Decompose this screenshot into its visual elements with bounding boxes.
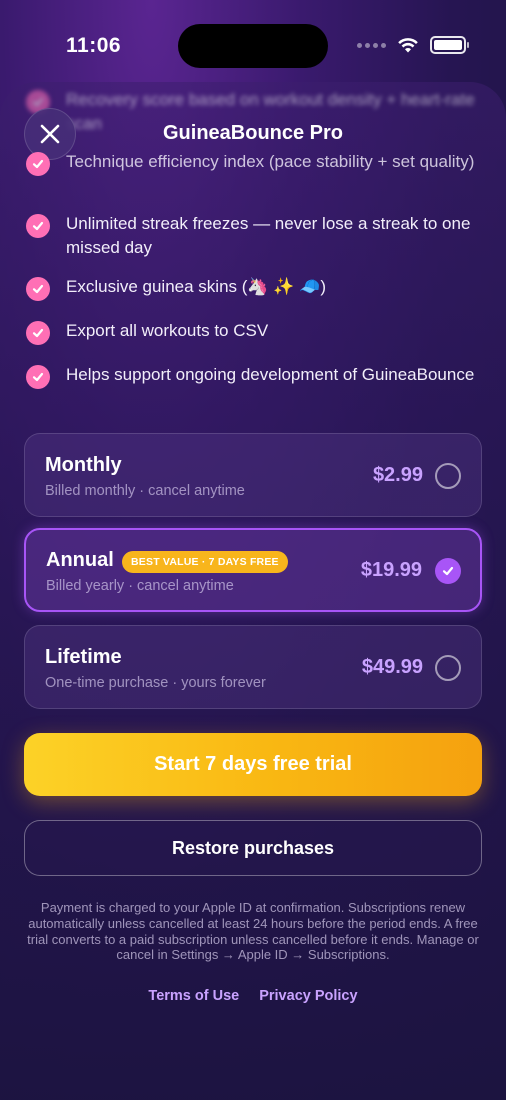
plan-price: $19.99 bbox=[360, 559, 422, 581]
plan-subtitle: Billed yearly · cancel anytime bbox=[46, 578, 234, 594]
start-trial-button[interactable]: Start 7 days free trial bbox=[24, 733, 482, 796]
plan-name: Annual bbox=[46, 549, 114, 571]
restore-purchases-button[interactable]: Restore purchases bbox=[24, 820, 482, 876]
checkmark-icon bbox=[26, 277, 50, 301]
status-indicators bbox=[357, 36, 469, 54]
legal-text: Payment is charged to your Apple ID at c… bbox=[27, 900, 479, 963]
status-time: 11:06 bbox=[66, 34, 122, 57]
feature-text: Unlimited streak freezes — never lose a … bbox=[66, 214, 471, 257]
plan-option-annual[interactable]: Annual BEST VALUE · 7 DAYS FREE Billed y… bbox=[24, 528, 482, 612]
feature-item: Export all workouts to CSV bbox=[26, 319, 476, 345]
plan-subtitle: Billed monthly · cancel anytime bbox=[45, 483, 245, 499]
feature-item: Unlimited streak freezes — never lose a … bbox=[26, 212, 476, 260]
legal-links: Terms of Use Privacy Policy bbox=[0, 988, 506, 1004]
checkmark-icon bbox=[26, 321, 50, 345]
radio-button-selected[interactable] bbox=[435, 558, 461, 584]
status-bar: 11:06 bbox=[0, 0, 506, 92]
terms-link[interactable]: Terms of Use bbox=[148, 988, 239, 1004]
page-title: GuineaBounce Pro bbox=[162, 122, 344, 144]
plan-name: Monthly bbox=[45, 454, 122, 476]
plan-option-monthly[interactable]: Monthly Billed monthly · cancel anytime … bbox=[24, 433, 482, 517]
cellular-signal-icon bbox=[357, 42, 386, 48]
wifi-icon bbox=[398, 38, 418, 53]
checkmark-icon bbox=[26, 152, 50, 176]
plan-option-lifetime[interactable]: Lifetime One-time purchase · yours forev… bbox=[24, 625, 482, 709]
checkmark-icon bbox=[26, 214, 50, 238]
plan-name: Lifetime bbox=[45, 646, 122, 668]
feature-item: Helps support ongoing development of Gui… bbox=[26, 363, 476, 389]
feature-text: Export all workouts to CSV bbox=[66, 321, 269, 340]
feature-item: Technique efficiency index (pace stabili… bbox=[26, 150, 476, 176]
feature-text: Technique efficiency index (pace stabili… bbox=[66, 152, 475, 171]
battery-icon bbox=[430, 36, 469, 54]
privacy-link[interactable]: Privacy Policy bbox=[259, 988, 357, 1004]
dynamic-island bbox=[178, 24, 328, 68]
checkmark-icon bbox=[442, 566, 454, 576]
plan-price: $49.99 bbox=[361, 656, 423, 678]
feature-item: Exclusive guinea skins (🦄 ✨ 🧢) bbox=[26, 275, 476, 301]
radio-button[interactable] bbox=[435, 655, 461, 681]
feature-text: Exclusive guinea skins (🦄 ✨ 🧢) bbox=[66, 277, 327, 296]
best-value-badge: BEST VALUE · 7 DAYS FREE bbox=[122, 551, 288, 573]
feature-text: Helps support ongoing development of Gui… bbox=[66, 365, 475, 384]
plan-price: $2.99 bbox=[372, 464, 423, 486]
plan-subtitle: One-time purchase · yours forever bbox=[45, 675, 266, 691]
checkmark-icon bbox=[26, 365, 50, 389]
radio-button[interactable] bbox=[435, 463, 461, 489]
